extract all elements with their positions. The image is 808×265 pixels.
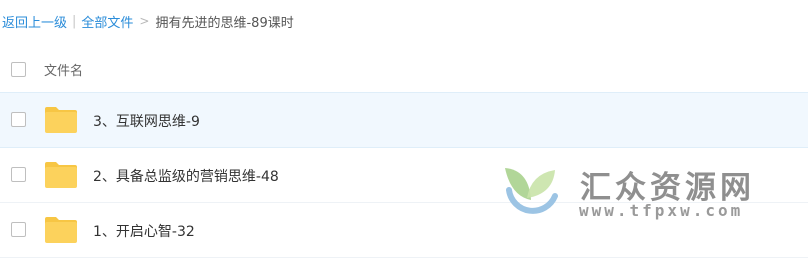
back-link[interactable]: 返回上一级 <box>2 12 67 31</box>
breadcrumb-arrow-icon: > <box>139 14 150 28</box>
watermark-url: www.tfpxw.com <box>579 201 744 220</box>
folder-icon <box>45 162 77 188</box>
breadcrumb: 返回上一级 | 全部文件 > 拥有先进的思维-89课时 <box>2 10 294 32</box>
folder-name[interactable]: 3、互联网思维-9 <box>93 93 200 148</box>
folder-name[interactable]: 1、开启心智-32 <box>93 203 195 258</box>
folder-name[interactable]: 2、具备总监级的营销思维-48 <box>93 148 279 203</box>
file-browser: 返回上一级 | 全部文件 > 拥有先进的思维-89课时 文件名 3、互联网思维-… <box>0 0 808 265</box>
row-checkbox[interactable] <box>11 222 26 237</box>
leaf-logo-icon <box>505 168 558 214</box>
folder-icon <box>45 107 77 133</box>
column-header-filename: 文件名 <box>44 63 84 79</box>
breadcrumb-current: 拥有先进的思维-89课时 <box>155 15 294 31</box>
folder-icon <box>45 217 77 243</box>
watermark: 汇众资源网 www.tfpxw.com <box>497 160 777 224</box>
all-files-link[interactable]: 全部文件 <box>81 12 133 31</box>
row-checkbox[interactable] <box>11 112 26 127</box>
breadcrumb-separator: | <box>72 13 77 29</box>
row-checkbox[interactable] <box>11 167 26 182</box>
select-all-checkbox[interactable] <box>11 61 26 77</box>
list-item[interactable]: 3、互联网思维-9 <box>0 92 808 148</box>
list-header: 文件名 <box>0 53 808 85</box>
